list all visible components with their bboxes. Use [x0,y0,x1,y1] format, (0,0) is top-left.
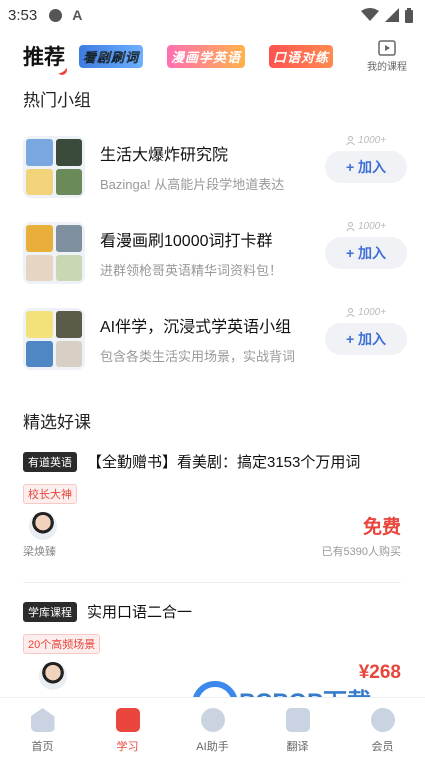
group-item[interactable]: AI伴学，沉浸式学英语小组 包含各类生活实用场景，实战背词 1000+ + 加入 [23,307,407,371]
nav-home[interactable]: 首页 [0,698,85,757]
group-item[interactable]: 看漫画刷10000词打卡群 进群领枪哥英语精华词资料包！ 1000+ + 加入 [23,221,407,285]
battery-icon [405,7,413,23]
ai-assistant-icon [200,708,225,732]
my-courses-label: 我的课程 [367,61,407,73]
tab-comic-english[interactable]: 漫画学英语 [167,44,246,68]
nav-vip[interactable]: 会员 [340,698,425,757]
notification-a-icon: A [72,7,83,23]
group-desc: 包含各类生活实用场景，实战背词 [100,349,296,364]
home-icon [30,708,55,732]
person-icon [346,135,355,145]
buyer-count: 已有5390人购买 [321,546,401,558]
group-name: 生活大爆炸研究院 [100,147,229,164]
nav-translate-label: 翻译 [286,741,309,753]
member-count: 1000+ [346,219,386,233]
member-count-value: 1000+ [357,220,387,232]
group-thumbnail [23,136,85,198]
tab-recommend[interactable]: 推荐 [23,41,69,77]
vip-icon [370,708,395,732]
book-icon [115,708,140,732]
course-badge: 20个高频场景 [23,634,101,654]
course-price: 免费 [362,517,401,538]
tab-oral-practice[interactable]: 口语对练 [269,44,334,68]
course-tag: 有道英语 [23,451,77,472]
group-name: 看漫画刷10000词打卡群 [100,233,273,250]
group-item[interactable]: 生活大爆炸研究院 Bazinga! 从高能片段学地道表达 1000+ + 加入 [23,135,407,199]
member-count: 1000+ [346,133,386,147]
course-card[interactable]: 有道英语 【全勤赠书】看美剧：搞定3153个万用词 校长大神 梁焕臻 免费 已有… [23,451,403,564]
nav-home-label: 首页 [31,741,54,753]
nav-study[interactable]: 学习 [85,698,170,757]
status-bar: 3:53 A [0,0,425,30]
group-name: AI伴学，沉浸式学英语小组 [100,319,292,336]
course-title: 实用口语二合一 [87,604,193,621]
nav-ai[interactable]: AI助手 [170,698,255,757]
status-time: 3:53 [8,6,38,24]
top-tab-bar: 推荐 看剧刷词 漫画学英语 口语对练 我的课程 [0,34,425,78]
signal-icon [385,8,399,22]
teacher-avatar [29,512,57,540]
tab-drama-words[interactable]: 看剧刷词 [79,44,144,68]
join-group-button[interactable]: + 加入 [325,323,407,355]
group-thumbnail [23,308,85,370]
status-icons [361,7,413,23]
join-group-button[interactable]: + 加入 [325,151,407,183]
member-count: 1000+ [346,305,386,319]
featured-courses-title: 精选好课 [23,413,91,432]
translate-icon [285,708,310,732]
join-group-button[interactable]: + 加入 [325,237,407,269]
person-icon [346,221,355,231]
bottom-nav: 首页 学习 AI助手 翻译 会员 [0,697,425,757]
nav-ai-label: AI助手 [196,741,229,753]
divider [23,582,401,583]
teacher-avatar [39,662,67,690]
video-course-icon [378,39,396,56]
my-courses-button[interactable]: 我的课程 [367,39,407,73]
member-count-value: 1000+ [357,134,387,146]
course-price: ¥268 [358,662,401,683]
course-title: 【全勤赠书】看美剧：搞定3153个万用词 [87,454,361,471]
hot-groups-title: 热门小组 [23,91,91,110]
wifi-icon [361,8,379,21]
notification-dot-icon [49,8,63,22]
person-icon [346,307,355,317]
group-desc: Bazinga! 从高能片段学地道表达 [100,177,285,192]
nav-study-label: 学习 [116,741,139,753]
group-desc: 进群领枪哥英语精华词资料包！ [100,263,283,278]
teacher-name: 梁焕臻 [23,546,56,558]
course-tag: 学库课程 [23,601,77,622]
group-thumbnail [23,222,85,284]
member-count-value: 1000+ [357,306,387,318]
nav-vip-label: 会员 [371,741,394,753]
nav-translate[interactable]: 翻译 [255,698,340,757]
course-badge: 校长大神 [23,484,77,504]
